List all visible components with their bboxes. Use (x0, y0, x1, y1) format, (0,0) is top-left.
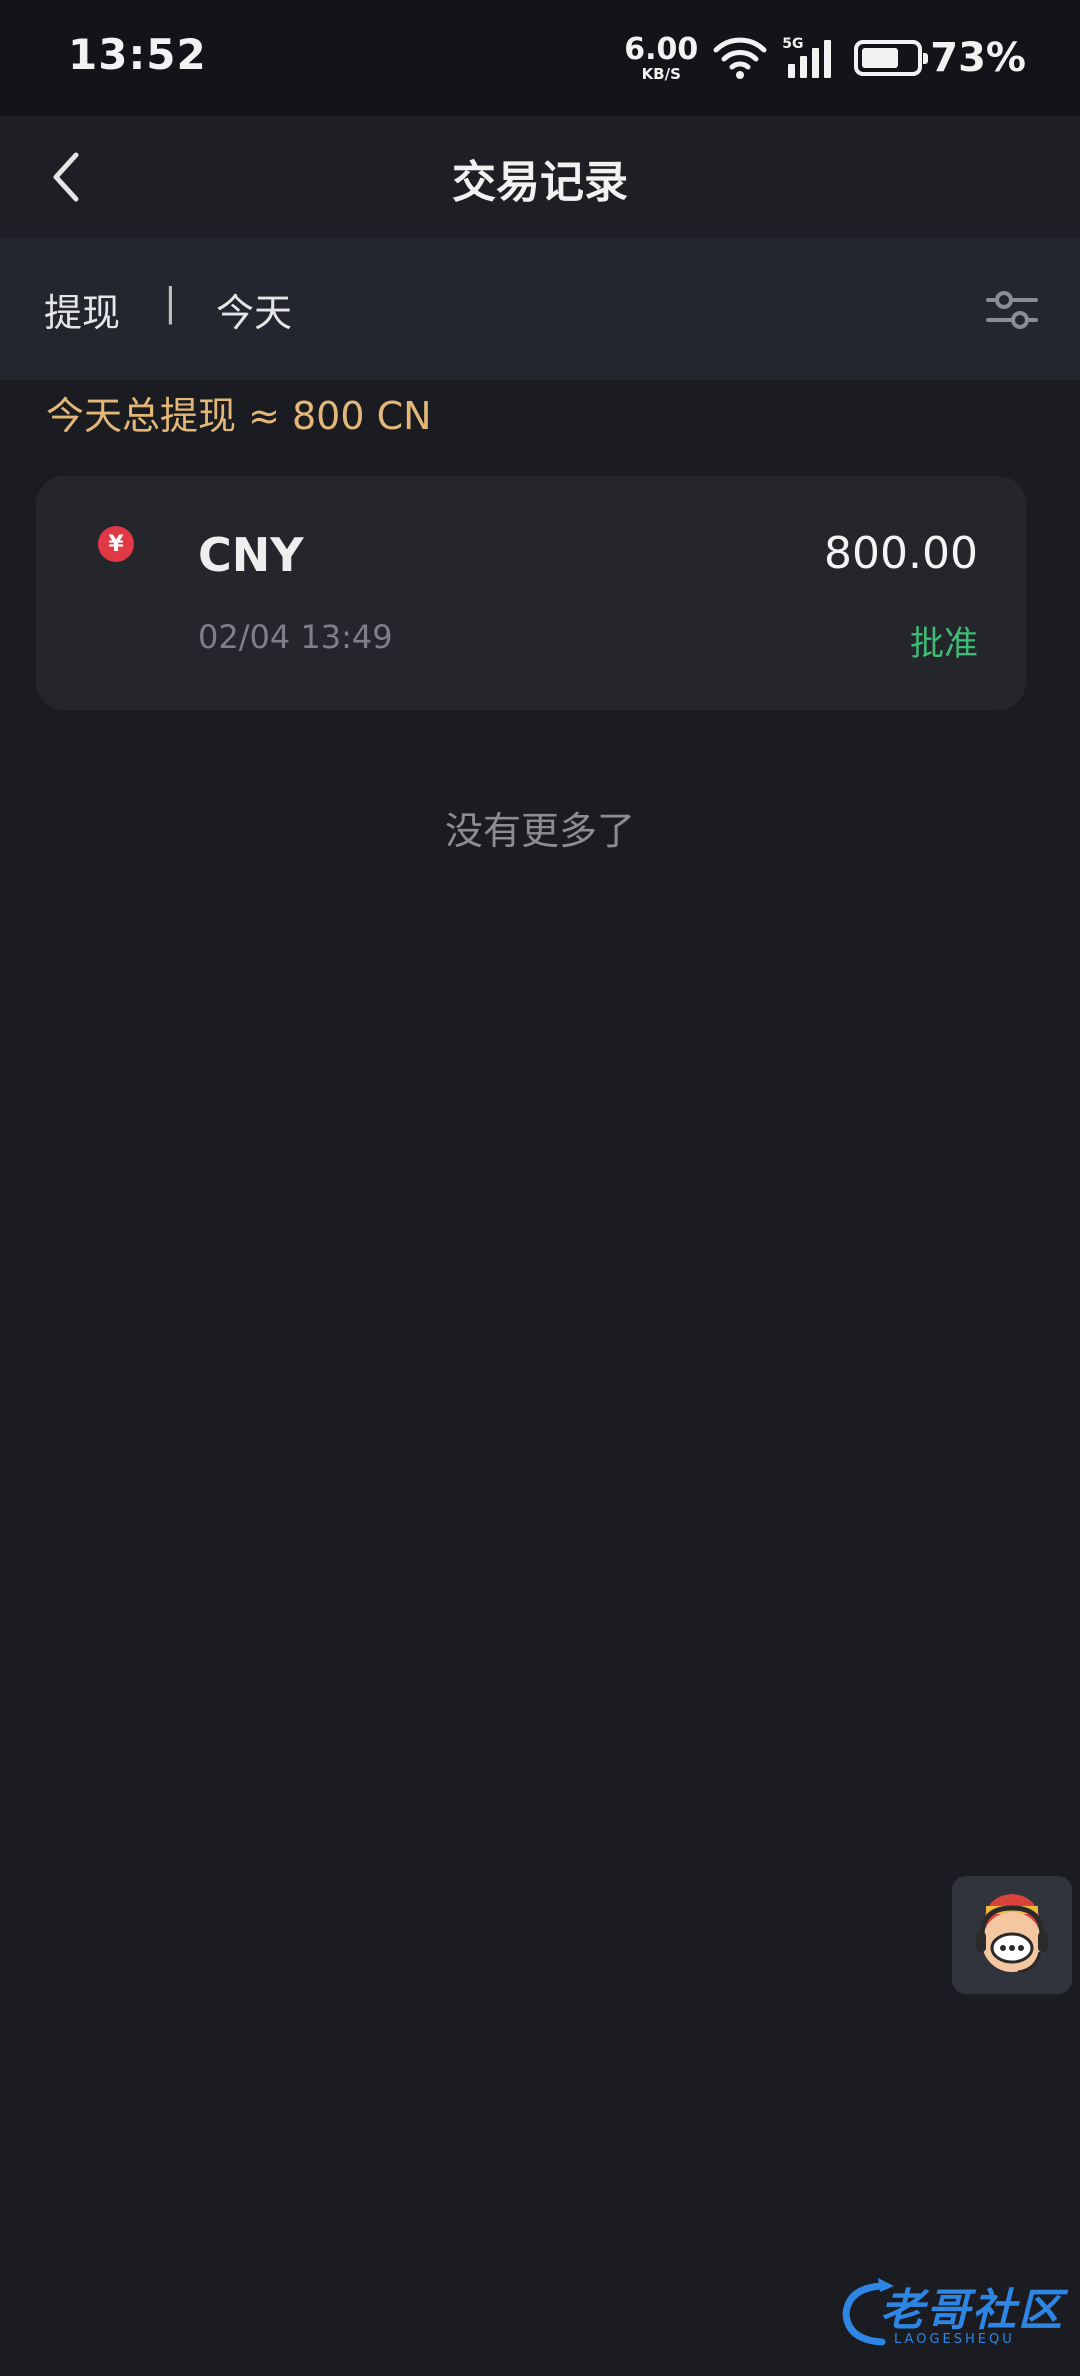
battery-percent: 73% (930, 35, 1026, 81)
transaction-records-screen: 13:52 6.00 KB/S 5G 73% 交易记录 提现 | 今天 今天总提… (0, 0, 1080, 2376)
cellular-signal-icon: 5G (782, 36, 834, 80)
transaction-currency: CNY (198, 528, 304, 582)
status-bar: 13:52 6.00 KB/S 5G 73% (0, 0, 1080, 116)
status-indicators: 6.00 KB/S 5G 73% (624, 30, 1026, 86)
filter-date-selector[interactable]: 今天 (216, 282, 292, 337)
yuan-coin-icon: ¥ (98, 526, 134, 562)
watermark-text: 老哥社区 (880, 2285, 1064, 2336)
sliders-icon[interactable] (984, 282, 1040, 338)
network-speed-unit: KB/S (641, 64, 681, 83)
app-header: 交易记录 (0, 116, 1080, 238)
transaction-datetime: 02/04 13:49 (198, 618, 393, 656)
wifi-icon (713, 37, 767, 79)
transaction-status: 批准 (910, 624, 978, 664)
network-type: 5G (782, 36, 804, 52)
customer-service-icon (976, 1894, 1048, 1974)
withdrawal-summary: 今天总提现 ≈ 800 CN (46, 394, 432, 438)
network-speed-value: 6.00 (624, 31, 699, 67)
watermark-subtext: LAOGESHEQU (894, 2332, 1015, 2347)
list-end-text: 没有更多了 (444, 809, 635, 853)
network-speed: 6.00 KB/S (624, 31, 699, 83)
watermark-logo: 老哥社区 LAOGESHEQU (838, 2270, 1070, 2354)
filter-type-selector[interactable]: 提现 (44, 282, 120, 337)
transaction-amount: 800.00 (824, 528, 978, 579)
page-title: 交易记录 (452, 157, 628, 208)
status-time: 13:52 (68, 30, 207, 79)
battery-icon (854, 40, 929, 76)
filter-separator: | (164, 280, 177, 324)
filter-bar: 提现 | 今天 (0, 238, 1080, 380)
customer-service-button[interactable] (952, 1876, 1072, 1994)
transaction-card[interactable]: ¥ CNY 800.00 02/04 13:49 批准 (36, 476, 1026, 710)
